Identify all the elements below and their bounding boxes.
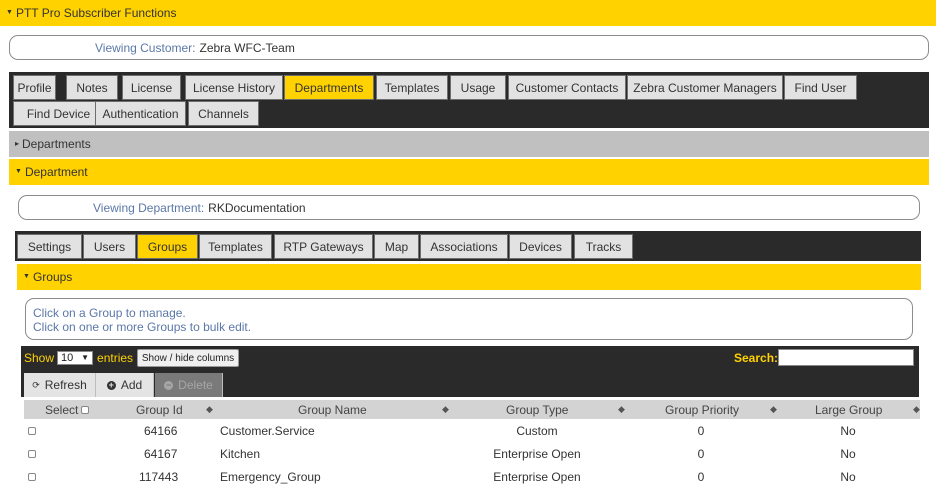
sort-icon: ◆ (618, 404, 625, 414)
large-group-cell: No (840, 446, 856, 461)
group-priority-cell: 0 (697, 446, 705, 461)
large-group-cell: No (840, 469, 856, 484)
column-header-group-priority[interactable]: Group Priority (665, 400, 739, 419)
customer-tab-find-user[interactable]: Find User (784, 75, 857, 100)
group-id-cell: 64166 (144, 423, 178, 438)
department-tab-users[interactable]: Users (83, 234, 136, 259)
viewing-department-value: RKDocumentation (208, 200, 306, 215)
customer-tab-departments[interactable]: Departments (284, 75, 374, 100)
refresh-icon: ⟳ (32, 379, 40, 390)
large-group-cell: No (840, 423, 856, 438)
entries-label: entries (97, 350, 134, 365)
caret-right-icon: ▸ (15, 138, 20, 148)
column-header-large-group[interactable]: Large Group (815, 400, 882, 419)
group-name-cell: Customer.Service (220, 423, 315, 438)
department-tab-groups[interactable]: Groups (137, 234, 198, 259)
caret-down-icon: ▼ (6, 8, 13, 16)
entries-control: Show 10 ▼ entries (24, 350, 133, 365)
chevron-down-icon: ▼ (81, 353, 90, 362)
refresh-label: Refresh (44, 378, 87, 392)
group-priority-cell: 0 (697, 423, 705, 438)
column-header-group-type[interactable]: Group Type (506, 400, 568, 419)
search-label: Search: (734, 351, 779, 365)
customer-tab-customer-contacts[interactable]: Customer Contacts (508, 75, 626, 100)
row-checkbox[interactable] (28, 426, 36, 435)
group-name-cell: Kitchen (220, 446, 261, 461)
department-tab-map[interactable]: Map (374, 234, 419, 259)
group-id-cell: 117443 (139, 469, 179, 484)
customer-tab-find-device[interactable]: Find Device (13, 101, 104, 126)
search-input[interactable] (778, 349, 914, 366)
entries-select[interactable]: 10 ▼ (57, 350, 94, 365)
show-label: Show (24, 350, 55, 365)
group-type-cell: Custom (516, 423, 558, 438)
customer-tab-license[interactable]: License (122, 75, 181, 100)
customer-tab-channels[interactable]: Channels (188, 101, 259, 126)
customer-tab-license-history[interactable]: License History (185, 75, 283, 100)
group-type-cell: Enterprise Open (493, 469, 581, 484)
help-text-line-2: Click on one or more Groups to bulk edit… (33, 320, 252, 334)
row-checkbox-cell[interactable] (28, 442, 36, 465)
viewing-department-label: Viewing Department: (93, 200, 205, 215)
department-tab-rtp-gateways[interactable]: RTP Gateways (274, 234, 373, 259)
customer-tab-notes[interactable]: Notes (66, 75, 118, 100)
department-tab-templates[interactable]: Templates (199, 234, 272, 259)
section-title: PTT Pro Subscriber Functions (15, 6, 177, 20)
department-tab-tracks[interactable]: Tracks (574, 234, 633, 259)
caret-down-icon: ▼ (23, 272, 30, 280)
refresh-button[interactable]: ⟳ Refresh (24, 373, 96, 397)
table-row[interactable]: 64166 Customer.Service Custom 0 No (24, 419, 920, 442)
customer-tab-authentication[interactable]: Authentication (95, 101, 186, 126)
select-all-checkbox[interactable] (81, 405, 90, 414)
column-header-group-id[interactable]: Group Id (136, 400, 183, 419)
row-checkbox[interactable] (28, 449, 36, 458)
column-label: Select (45, 402, 79, 417)
section-title: Departments (22, 137, 91, 151)
subscriber-functions-header[interactable]: ▼ PTT Pro Subscriber Functions (0, 0, 936, 26)
entries-select-value: 10 (61, 351, 74, 364)
viewing-customer-value: Zebra WFC-Team (199, 40, 295, 55)
help-box: Click on a Group to manage. Click on one… (25, 298, 913, 340)
department-tab-devices[interactable]: Devices (509, 234, 572, 259)
viewing-customer-box: Viewing Customer: Zebra WFC-Team (9, 35, 929, 60)
group-type-cell: Enterprise Open (493, 446, 581, 461)
row-checkbox-cell[interactable] (28, 465, 36, 488)
delete-label: Delete (178, 378, 213, 392)
viewing-department-box: Viewing Department: RKDocumentation (18, 195, 920, 220)
department-tab-associations[interactable]: Associations (420, 234, 508, 259)
column-header-group-name[interactable]: Group Name (298, 400, 367, 419)
add-label: Add (120, 378, 143, 392)
groups-section-header[interactable]: ▼ Groups (17, 264, 921, 290)
column-header-select[interactable]: Select (45, 400, 90, 419)
sort-icon: ◆ (770, 404, 777, 414)
delete-button[interactable]: − Delete (155, 373, 223, 397)
department-tab-settings[interactable]: Settings (17, 234, 82, 259)
add-button[interactable]: + Add (96, 373, 154, 397)
caret-down-icon: ▼ (15, 167, 22, 175)
table-row[interactable]: 117443 Emergency_Group Enterprise Open 0… (24, 465, 920, 488)
group-priority-cell: 0 (697, 469, 705, 484)
departments-section-header[interactable]: ▸ Departments (9, 131, 929, 157)
table-row[interactable]: 64167 Kitchen Enterprise Open 0 No (24, 442, 920, 465)
group-name-cell: Emergency_Group (220, 469, 321, 484)
customer-tab-usage[interactable]: Usage (450, 75, 506, 100)
section-title: Groups (32, 270, 73, 284)
customer-tab-zebra-customer-managers[interactable]: Zebra Customer Managers (627, 75, 783, 100)
help-text-line-1: Click on a Group to manage. (33, 306, 186, 320)
show-hide-columns-button[interactable]: Show / hide columns (137, 349, 239, 367)
customer-tab-profile[interactable]: Profile (13, 75, 56, 100)
row-checkbox-cell[interactable] (28, 419, 36, 442)
group-id-cell: 64167 (144, 446, 178, 461)
plus-circle-icon: + (106, 379, 116, 390)
section-title: Department (24, 165, 88, 179)
minus-circle-icon: − (164, 379, 174, 390)
sort-icon: ◆ (442, 404, 449, 414)
table-header: Select Group Id ◆ Group Name ◆ Group Typ… (24, 400, 920, 419)
sort-icon: ◆ (913, 404, 920, 414)
customer-tab-templates[interactable]: Templates (376, 75, 448, 100)
sort-icon: ◆ (206, 404, 213, 414)
row-checkbox[interactable] (28, 472, 36, 481)
viewing-customer-label: Viewing Customer: (95, 40, 196, 55)
department-section-header[interactable]: ▼ Department (9, 159, 929, 185)
